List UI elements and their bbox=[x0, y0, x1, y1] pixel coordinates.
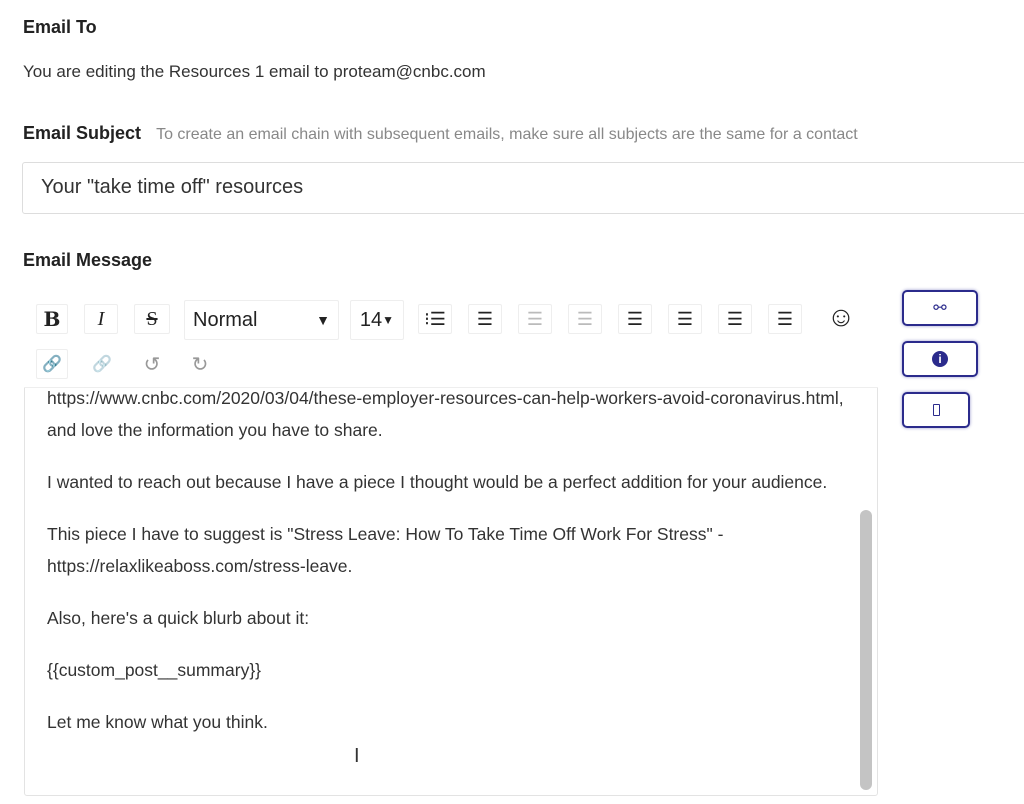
indent-icon[interactable]: ☰ bbox=[518, 304, 552, 334]
unlink-icon[interactable]: 🔗 bbox=[86, 349, 118, 379]
message-paragraph: I wanted to reach out because I have a p… bbox=[47, 472, 828, 492]
chevron-down-icon: ▼ bbox=[316, 312, 330, 328]
email-to-label: Email To bbox=[23, 17, 97, 37]
format-select[interactable]: Normal ▼ bbox=[184, 300, 339, 340]
size-value: 14 bbox=[359, 308, 383, 331]
align-left-icon[interactable]: ☰ bbox=[618, 304, 652, 334]
bold-button[interactable]: B bbox=[36, 304, 68, 334]
align-right-icon[interactable]: ☰ bbox=[718, 304, 752, 334]
format-value: Normal bbox=[193, 308, 258, 331]
size-select[interactable]: 14 ▼ bbox=[350, 300, 404, 340]
link-icon[interactable]: 🔗 bbox=[36, 349, 68, 379]
message-paragraph: Also, here's a quick blurb about it: bbox=[47, 608, 310, 628]
message-paragraph: https://www.cnbc.com/2020/03/04/these-em… bbox=[47, 388, 844, 440]
mobile-preview-button[interactable] bbox=[902, 392, 970, 428]
numbered-list-icon[interactable]: ☰ bbox=[468, 304, 502, 334]
align-justify-icon[interactable]: ☰ bbox=[768, 304, 802, 334]
subject-label-text: Email Subject bbox=[23, 123, 142, 143]
info-button[interactable]: i bbox=[902, 341, 978, 377]
message-paragraph: {{custom_post__summary}} bbox=[47, 660, 262, 680]
email-subject-label: Email Subject To create an email chain w… bbox=[23, 123, 858, 144]
undo-icon[interactable]: ↺ bbox=[136, 349, 168, 379]
message-paragraph: Let me know what you think. bbox=[47, 712, 268, 732]
emoji-icon[interactable]: ☺ bbox=[824, 301, 858, 332]
link-icon: ⚯ bbox=[933, 300, 947, 317]
info-icon: i bbox=[932, 351, 948, 367]
message-body[interactable]: https://www.cnbc.com/2020/03/04/these-em… bbox=[25, 388, 861, 796]
italic-button[interactable]: I bbox=[84, 304, 118, 334]
text-cursor-icon: I bbox=[354, 745, 360, 767]
strikethrough-button[interactable]: S bbox=[134, 304, 170, 334]
bullet-list-icon[interactable]: ⁝☰ bbox=[418, 304, 452, 334]
subject-hint: To create an email chain with subsequent… bbox=[156, 126, 858, 143]
message-paragraph: This piece I have to suggest is "Stress … bbox=[47, 524, 724, 576]
align-center-icon[interactable]: ☰ bbox=[668, 304, 702, 334]
mobile-icon bbox=[932, 404, 940, 416]
email-message-label: Email Message bbox=[23, 250, 153, 270]
subject-input[interactable]: Your "take time off" resources bbox=[22, 162, 1024, 214]
outdent-icon[interactable]: ☰ bbox=[568, 304, 602, 334]
editor-toolbar: B I S Normal ▼ 14 ▼ ⁝☰ ☰ ☰ ☰ ☰ ☰ ☰ ☰ ☺ 🔗 🔗… bbox=[24, 288, 878, 388]
redo-icon[interactable]: ↻ bbox=[184, 349, 216, 379]
chevron-down-icon: ▼ bbox=[382, 313, 395, 327]
email-to-text: You are editing the Resources 1 email to… bbox=[23, 62, 486, 81]
editor-scrollbar[interactable] bbox=[860, 510, 872, 790]
insert-link-button[interactable]: ⚯ bbox=[902, 290, 978, 326]
